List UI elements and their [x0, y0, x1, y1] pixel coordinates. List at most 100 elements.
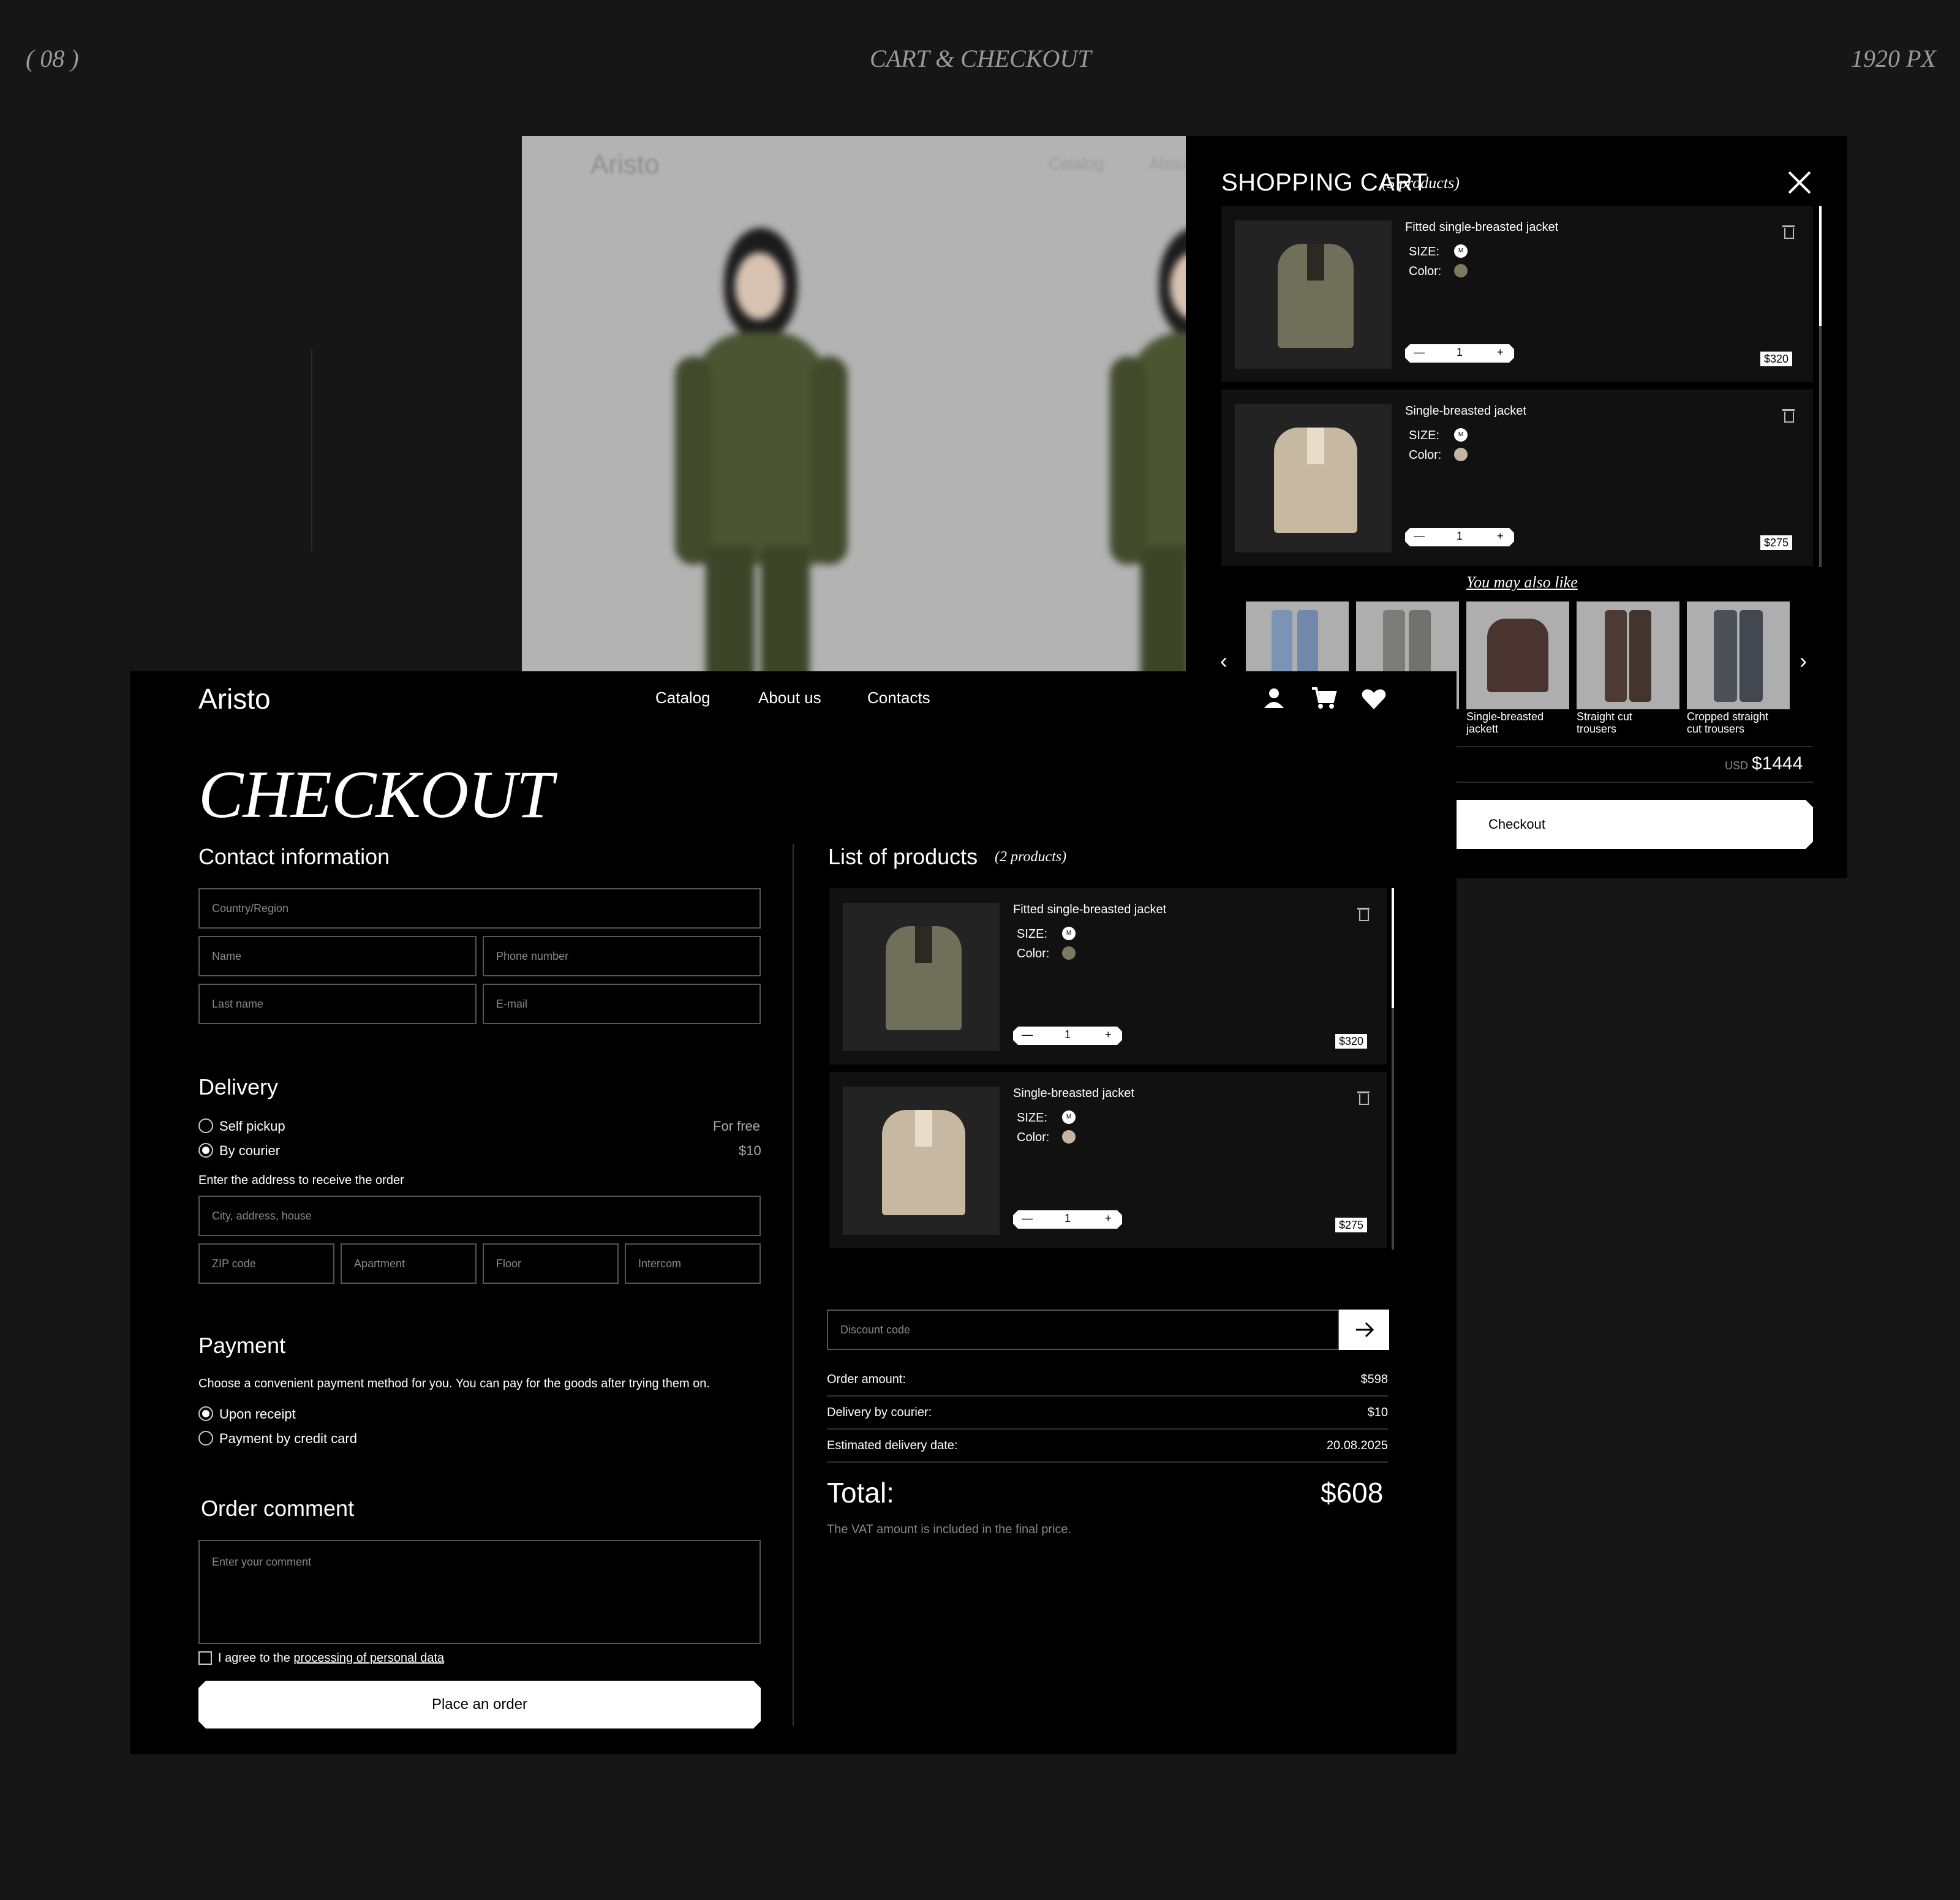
cart-scroll-thumb[interactable]	[1819, 206, 1822, 326]
quantity-stepper[interactable]: — 1 +	[1405, 528, 1514, 546]
self-pickup-label[interactable]: Self pickup	[219, 1118, 285, 1134]
trash-icon[interactable]	[1782, 408, 1795, 423]
divider	[1457, 746, 1813, 747]
credit-card-radio[interactable]	[198, 1431, 213, 1446]
upon-receipt-radio[interactable]	[198, 1406, 213, 1421]
name-field[interactable]: Name	[198, 936, 477, 976]
order-amount-label: Order amount:	[827, 1373, 906, 1386]
product-name[interactable]: Single-breasted jacket	[1013, 1087, 1134, 1101]
product-image[interactable]	[843, 903, 1000, 1051]
recommendation-card[interactable]	[1577, 601, 1679, 709]
quantity-stepper[interactable]: — 1 +	[1013, 1210, 1122, 1229]
logo[interactable]: Aristo	[198, 682, 271, 715]
trash-icon[interactable]	[1357, 907, 1370, 921]
quantity-value: 1	[1457, 346, 1463, 358]
comment-textarea[interactable]: Enter your comment	[198, 1540, 761, 1644]
email-field[interactable]: E-mail	[483, 984, 761, 1024]
apply-discount-button[interactable]	[1339, 1310, 1389, 1350]
currency-label: USD	[1725, 760, 1749, 772]
size-badge[interactable]: M	[1454, 428, 1468, 442]
country-field[interactable]: Country/Region	[198, 888, 761, 929]
courier-radio[interactable]	[198, 1143, 213, 1158]
arrow-right-icon	[1356, 1322, 1374, 1338]
close-icon[interactable]	[1786, 169, 1813, 196]
increase-button[interactable]: +	[1497, 530, 1504, 543]
privacy-link[interactable]: processing of personal data	[293, 1651, 444, 1665]
credit-card-label[interactable]: Payment by credit card	[219, 1431, 357, 1447]
self-pickup-radio[interactable]	[198, 1118, 213, 1133]
order-amount-value: $598	[1360, 1373, 1389, 1386]
checkout-button[interactable]: Checkout	[1457, 800, 1813, 849]
consent-label[interactable]: I agree to the processing of personal da…	[218, 1651, 444, 1665]
consent-checkbox[interactable]	[198, 1651, 212, 1665]
delivery-cost-label: Delivery by courier:	[827, 1406, 932, 1419]
heart-icon[interactable]	[1361, 687, 1387, 711]
upon-receipt-label[interactable]: Upon receipt	[219, 1406, 296, 1422]
price-tag: $320	[1335, 1034, 1368, 1049]
delivery-date-row: Estimated delivery date: 20.08.2025	[827, 1430, 1388, 1463]
phone-field[interactable]: Phone number	[483, 936, 761, 976]
size-badge[interactable]: M	[1454, 244, 1468, 258]
size-badge[interactable]: M	[1062, 1110, 1076, 1124]
column-divider	[793, 844, 794, 1726]
increase-button[interactable]: +	[1105, 1028, 1112, 1041]
size-badge[interactable]: M	[1062, 927, 1076, 940]
quantity-stepper[interactable]: — 1 +	[1013, 1027, 1122, 1045]
discount-code-input[interactable]: Discount code	[827, 1310, 1339, 1350]
decrease-button[interactable]: —	[1414, 346, 1425, 359]
user-icon[interactable]	[1262, 686, 1286, 711]
color-swatch[interactable]	[1062, 946, 1076, 960]
recommendation-label[interactable]: Single-breasted jackett	[1466, 711, 1570, 735]
products-scroll-thumb[interactable]	[1392, 888, 1394, 1008]
delivery-heading: Delivery	[198, 1074, 279, 1099]
page-title: CHECKOUT	[198, 757, 554, 832]
product-name[interactable]: Fitted single-breasted jacket	[1013, 903, 1166, 917]
size-label: SIZE:	[1409, 429, 1440, 442]
zip-field[interactable]: ZIP code	[198, 1243, 334, 1284]
cart-icon[interactable]	[1311, 686, 1338, 711]
hero-background: Aristo Catalog About	[522, 136, 1186, 671]
last-name-field[interactable]: Last name	[198, 984, 477, 1024]
size-label: SIZE:	[1017, 927, 1048, 941]
increase-button[interactable]: +	[1105, 1212, 1112, 1225]
cart-count: (5 products)	[1382, 174, 1460, 192]
nav-about[interactable]: About us	[758, 688, 821, 707]
intercom-field[interactable]: Intercom	[625, 1243, 761, 1284]
recommendation-label[interactable]: Cropped straight cut trousers	[1687, 711, 1785, 735]
place-order-button[interactable]: Place an order	[198, 1681, 761, 1728]
recommendation-card[interactable]	[1687, 601, 1790, 709]
you-may-also-like-link[interactable]: You may also like	[1466, 573, 1578, 592]
trash-icon[interactable]	[1782, 224, 1795, 239]
chevron-right-icon[interactable]: ›	[1800, 648, 1807, 674]
address-field[interactable]: City, address, house	[198, 1196, 761, 1236]
product-name[interactable]: Single-breasted jacket	[1405, 404, 1526, 418]
quantity-stepper[interactable]: — 1 +	[1405, 344, 1514, 363]
product-image[interactable]	[843, 1087, 1000, 1235]
decrease-button[interactable]: —	[1414, 530, 1425, 543]
chevron-left-icon[interactable]: ‹	[1220, 648, 1227, 674]
product-card: Single-breasted jacket SIZE: M Color: — …	[829, 1072, 1387, 1248]
product-image[interactable]	[1235, 221, 1392, 369]
product-name[interactable]: Fitted single-breasted jacket	[1405, 221, 1558, 235]
viewport-size-label: 1920 PX	[1851, 45, 1936, 72]
delivery-date-value: 20.08.2025	[1326, 1439, 1388, 1452]
product-image[interactable]	[1235, 404, 1392, 552]
product-card: Fitted single-breasted jacket SIZE: M Co…	[829, 888, 1387, 1065]
courier-price: $10	[739, 1143, 761, 1158]
increase-button[interactable]: +	[1497, 346, 1504, 359]
apartment-field[interactable]: Apartment	[341, 1243, 477, 1284]
nav-contacts[interactable]: Contacts	[867, 688, 930, 707]
recommendation-label[interactable]: Straight cut trousers	[1577, 711, 1662, 735]
color-swatch[interactable]	[1454, 448, 1468, 461]
decrease-button[interactable]: —	[1022, 1028, 1033, 1041]
courier-label[interactable]: By courier	[219, 1143, 280, 1159]
size-label: SIZE:	[1017, 1111, 1048, 1125]
trash-icon[interactable]	[1357, 1090, 1370, 1105]
recommendation-card[interactable]	[1466, 601, 1569, 709]
floor-field[interactable]: Floor	[483, 1243, 619, 1284]
nav-catalog[interactable]: Catalog	[655, 688, 710, 707]
color-swatch[interactable]	[1062, 1130, 1076, 1144]
decrease-button[interactable]: —	[1022, 1212, 1033, 1225]
color-swatch[interactable]	[1454, 264, 1468, 277]
section-index: ( 08 )	[26, 45, 79, 72]
